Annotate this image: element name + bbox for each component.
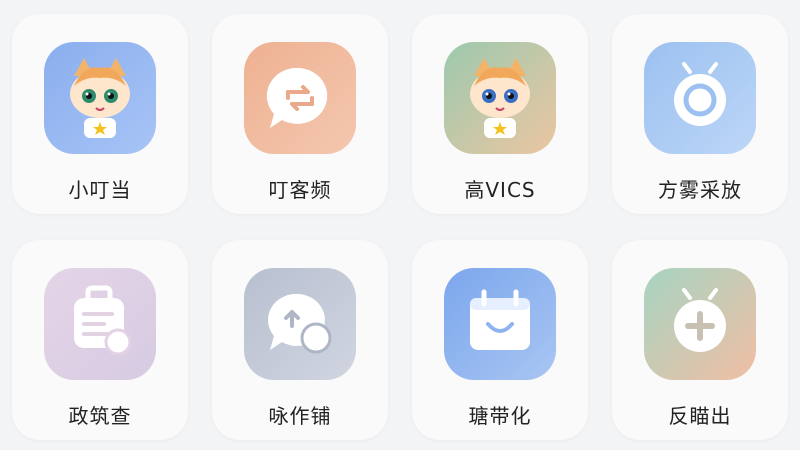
app-card-7[interactable]: 瑭带化: [412, 240, 588, 440]
cat-mascot-icon[interactable]: [44, 42, 156, 154]
app-label-3: 高VICS: [464, 178, 536, 202]
app-label-7: 瑭带化: [468, 404, 532, 428]
app-card-5[interactable]: 政筑查: [12, 240, 188, 440]
app-card-3[interactable]: 高VICS: [412, 14, 588, 214]
app-card-2[interactable]: 叮客频: [212, 14, 388, 214]
app-card-8[interactable]: 反瞄出: [612, 240, 788, 440]
app-card-4[interactable]: 方雾采放: [612, 14, 788, 214]
sync-chat-icon[interactable]: [244, 42, 356, 154]
app-grid: 小叮当 叮客频 高VICS 方雾采放 政筑查 咏作铺 瑭带化 反瞄出: [0, 0, 800, 450]
app-label-5: 政筑查: [68, 404, 132, 428]
app-card-1[interactable]: 小叮当: [12, 14, 188, 214]
clipboard-chat-icon[interactable]: [44, 268, 156, 380]
app-label-8: 反瞄出: [668, 404, 732, 428]
app-label-4: 方雾采放: [658, 178, 742, 202]
ring-antenna-icon[interactable]: [644, 42, 756, 154]
calendar-box-icon[interactable]: [444, 268, 556, 380]
upload-chat-icon[interactable]: [244, 268, 356, 380]
app-label-2: 叮客频: [268, 178, 332, 202]
app-label-6: 咏作铺: [268, 404, 332, 428]
app-card-6[interactable]: 咏作铺: [212, 240, 388, 440]
app-label-1: 小叮当: [68, 178, 132, 202]
plus-antenna-icon[interactable]: [644, 268, 756, 380]
cat-mascot-icon[interactable]: [444, 42, 556, 154]
